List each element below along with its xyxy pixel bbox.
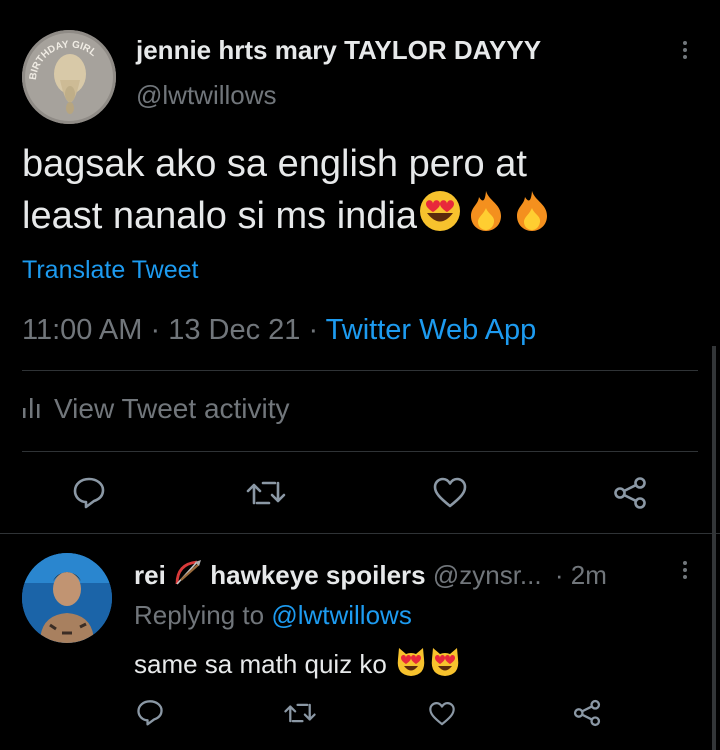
reply-text: same sa math quiz ko <box>134 645 462 686</box>
author-avatar[interactable]: BIRTHDAY GIRL <box>22 30 116 124</box>
like-icon[interactable] <box>432 477 468 509</box>
bar-chart-icon <box>22 394 42 420</box>
reply-handle[interactable]: @zynsr... <box>433 560 542 590</box>
heart-eyes-cat-emoji <box>428 645 462 686</box>
author-handle[interactable]: @lwtwillows <box>136 80 277 111</box>
reply-retweet-icon[interactable] <box>283 700 317 726</box>
reply-text-content: same sa math quiz ko <box>134 649 387 679</box>
scrollbar[interactable] <box>712 346 716 750</box>
tweet-text-line-1: bagsak ako sa english pero at <box>22 143 527 185</box>
divider <box>22 370 698 371</box>
reply-display-name-suffix[interactable]: hawkeye spoilers <box>210 560 425 590</box>
divider <box>22 451 698 452</box>
view-tweet-activity-button[interactable]: View Tweet activity <box>22 393 290 425</box>
reply-display-name[interactable]: rei <box>134 560 166 590</box>
reply-avatar-image <box>22 553 112 643</box>
replying-to: Replying to @lwtwillows <box>134 600 412 631</box>
tweet-text: bagsak ako sa english pero at least nana… <box>22 140 712 246</box>
replying-to-prefix: Replying to <box>134 600 265 630</box>
bow-and-arrow-emoji <box>173 558 203 595</box>
tweet-meta: 11:00 AM · 13 Dec 21 · Twitter Web App <box>22 314 536 347</box>
meta-separator: · <box>150 314 161 346</box>
reply-time[interactable]: 2m <box>571 560 607 590</box>
reply-header: rei hawkeye spoilers @zynsr... · 2m <box>134 558 607 595</box>
reply-like-icon[interactable] <box>428 701 456 727</box>
divider <box>0 533 720 534</box>
heart-eyes-cat-emoji <box>394 645 428 686</box>
view-tweet-activity-label: View Tweet activity <box>54 393 290 424</box>
avatar-image: BIRTHDAY GIRL <box>22 30 116 124</box>
reply-reply-icon[interactable] <box>136 698 164 726</box>
retweet-icon[interactable] <box>245 477 287 509</box>
fire-emoji <box>509 188 555 246</box>
reply-separator: · <box>554 560 564 590</box>
replying-to-handle[interactable]: @lwtwillows <box>271 600 412 630</box>
share-icon[interactable] <box>612 476 648 510</box>
tweet-text-line-2-wrap: least nanalo si ms india <box>22 188 712 246</box>
meta-separator: · <box>308 314 319 346</box>
tweet-text-line-2: least nanalo si ms india <box>22 195 417 237</box>
reply-icon[interactable] <box>72 475 106 509</box>
heart-eyes-emoji <box>417 188 463 246</box>
translate-tweet-link[interactable]: Translate Tweet <box>22 256 198 285</box>
tweet-date[interactable]: 13 Dec 21 <box>168 314 300 346</box>
reply-share-icon[interactable] <box>572 699 602 727</box>
reply-more-options-icon[interactable] <box>680 558 690 582</box>
reply-author-avatar[interactable] <box>22 553 112 643</box>
tweet-time[interactable]: 11:00 AM <box>22 314 142 346</box>
author-display-name[interactable]: jennie hrts mary TAYLOR DAYYY <box>136 35 541 66</box>
tweet-source-link[interactable]: Twitter Web App <box>326 314 537 346</box>
fire-emoji <box>463 188 509 246</box>
more-options-icon[interactable] <box>680 38 690 62</box>
